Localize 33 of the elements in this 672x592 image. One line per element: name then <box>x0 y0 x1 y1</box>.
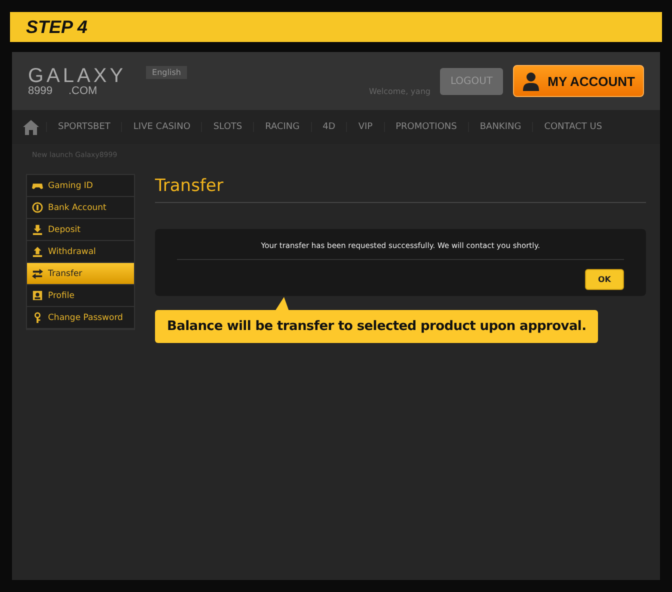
upload-icon <box>32 246 43 257</box>
nav-link[interactable]: 4D <box>310 122 346 132</box>
menu-item[interactable]: Gaming ID <box>27 175 134 197</box>
step-title: STEP 4 <box>26 16 88 38</box>
menu-item[interactable]: Withdrawal <box>27 241 134 263</box>
ok-button[interactable]: OK <box>585 269 624 290</box>
download-icon <box>32 224 43 235</box>
callout-note: Balance will be transfer to selected product upon approval. <box>155 310 598 343</box>
menu-item[interactable]: Profile <box>27 285 134 307</box>
menu-item[interactable]: Transfer <box>27 263 134 285</box>
nav-link[interactable]: SPORTSBET <box>46 122 122 132</box>
contact-card-icon <box>32 290 43 301</box>
logo-number: 8999 <box>28 86 52 96</box>
key-icon <box>32 312 43 323</box>
logo-suffix: .COM <box>68 86 98 96</box>
home-icon[interactable] <box>22 119 40 135</box>
nav-link[interactable]: SLOTS <box>201 122 254 132</box>
nav-link[interactable]: BANKING <box>468 122 532 132</box>
transfer-icon <box>32 268 43 279</box>
nav-link[interactable]: RACING <box>253 122 311 132</box>
coin-icon <box>32 202 43 213</box>
page-title: Transfer <box>155 174 646 203</box>
nav-link[interactable]: CONTACT US <box>532 122 614 132</box>
nav-link[interactable]: PROMOTIONS <box>384 122 468 132</box>
my-account-button[interactable]: MY ACCOUNT <box>512 65 644 97</box>
person-icon <box>522 71 540 91</box>
menu-item[interactable]: Deposit <box>27 219 134 241</box>
menu-item[interactable]: Bank Account <box>27 197 134 219</box>
nav-link[interactable]: VIP <box>346 122 384 132</box>
language-selector[interactable]: English <box>146 66 187 79</box>
nav-link[interactable]: LIVE CASINO <box>121 122 202 132</box>
logo-text: GALAXY <box>28 66 126 86</box>
menu-item[interactable]: Change Password <box>27 307 134 329</box>
